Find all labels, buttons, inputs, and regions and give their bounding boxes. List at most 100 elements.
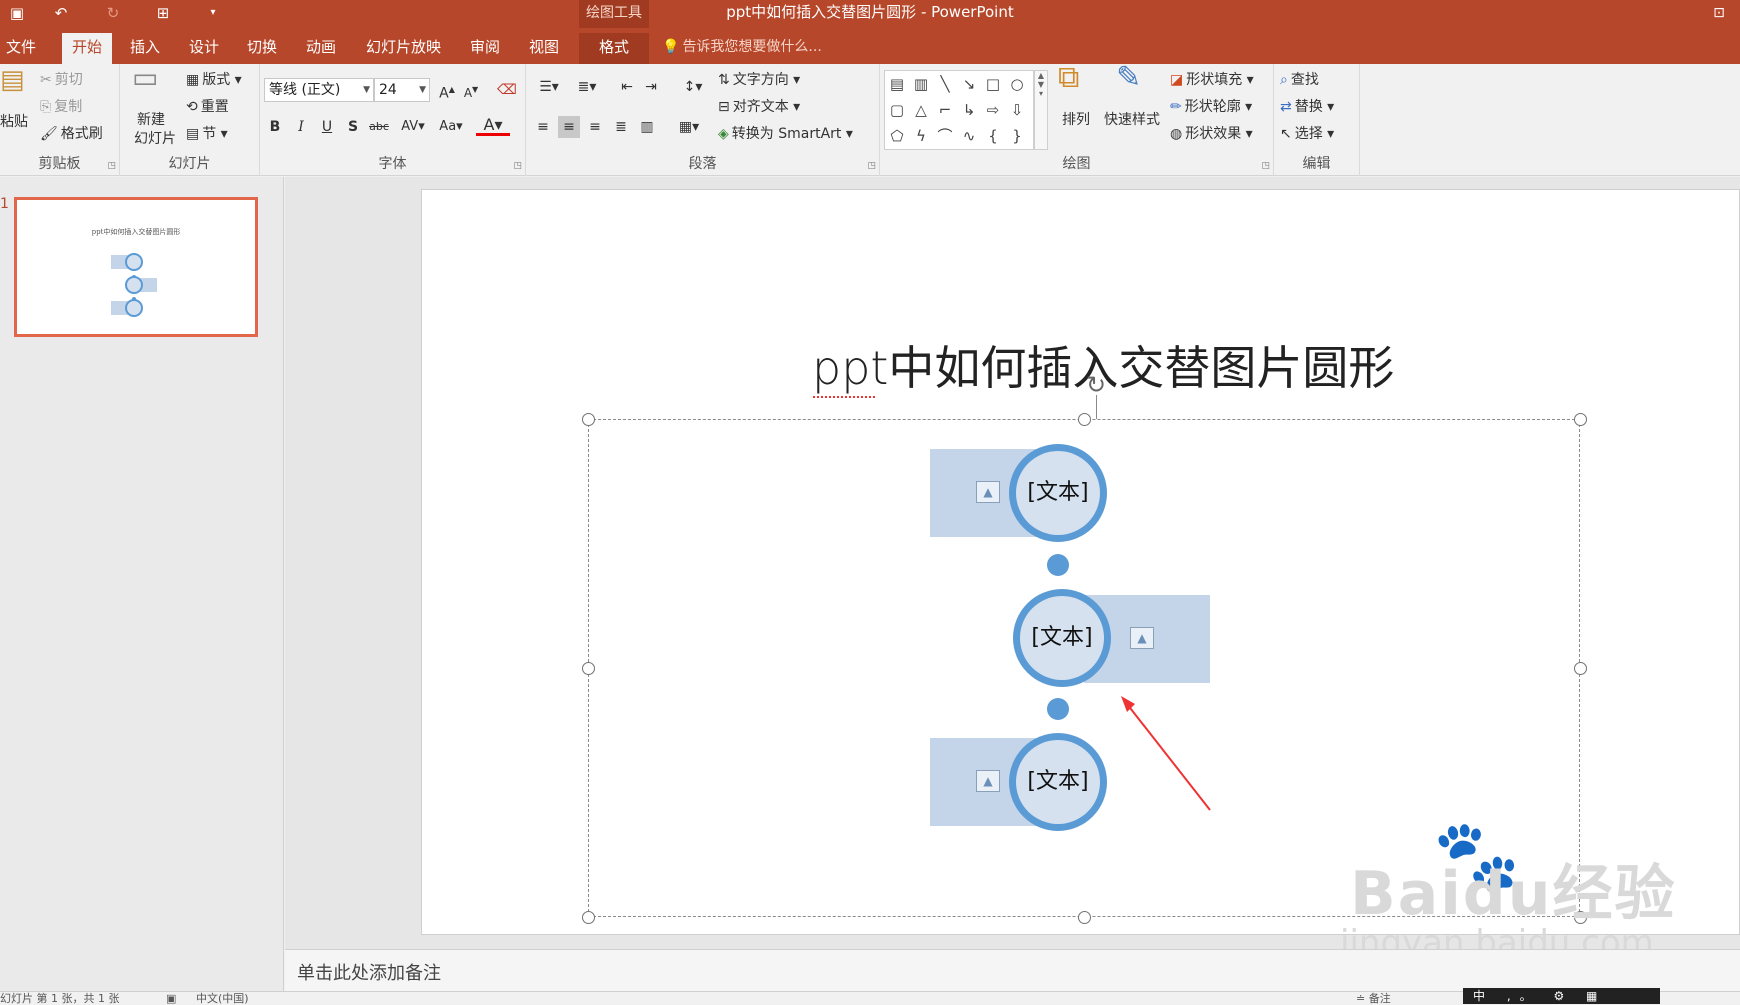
convert-smartart-button[interactable]: ◈ 转换为 SmartArt ▾ (718, 124, 853, 144)
circle-text[interactable]: [文本] (1020, 596, 1104, 680)
text-circle[interactable]: [文本] (1009, 444, 1107, 542)
tab-view[interactable]: 视图 (523, 33, 565, 64)
slide-thumbnail[interactable]: ppt中如何插入交替图片圆形 (14, 197, 258, 337)
clipboard-launcher-icon[interactable]: ◳ (107, 161, 116, 171)
lightning-shape-icon[interactable]: ϟ (911, 125, 931, 147)
copy-button[interactable]: ⎘ 复制 (40, 97, 82, 117)
ribbon-display-icon[interactable]: ⊡ (1706, 3, 1732, 23)
clear-format-icon[interactable]: ⌫ (496, 79, 518, 101)
resize-handle-top-right[interactable] (1574, 413, 1587, 426)
resize-handle-right[interactable] (1574, 662, 1587, 675)
drawing-launcher-icon[interactable]: ◳ (1261, 161, 1270, 171)
cut-button[interactable]: ✂ 剪切 (40, 70, 83, 90)
rectangle-shape-icon[interactable]: □ (983, 73, 1003, 95)
shapes-gallery-scroll[interactable]: ▲ ▼ ▾ (1034, 70, 1048, 150)
oval-shape-icon[interactable]: ○ (1007, 73, 1027, 95)
new-slide-label-2[interactable]: 幻灯片 (124, 130, 186, 148)
grow-font-icon[interactable]: A▲ (436, 79, 458, 102)
change-case-icon[interactable]: Aa▾ (434, 116, 468, 138)
quick-styles-button[interactable]: 快速样式 (1100, 111, 1164, 129)
triangle-shape-icon[interactable]: △ (911, 99, 931, 121)
elbow-arrow-shape-icon[interactable]: ↳ (959, 99, 979, 121)
columns-icon[interactable]: ▦▾ (672, 116, 706, 138)
distributed-icon[interactable]: ▥ (636, 116, 658, 138)
tab-format[interactable]: 格式 (579, 33, 649, 64)
resize-handle-left[interactable] (582, 662, 595, 675)
quick-styles-icon[interactable]: ✎ (1116, 63, 1141, 93)
textbox-shape-icon[interactable]: ▤ (887, 73, 907, 95)
arrange-button[interactable]: 排列 (1058, 111, 1094, 129)
char-spacing-icon[interactable]: AV▾ (396, 116, 430, 138)
text-circle[interactable]: [文本] (1009, 733, 1107, 831)
decrease-indent-icon[interactable]: ⇤ (616, 76, 638, 98)
tab-animations[interactable]: 动画 (300, 33, 342, 64)
language-status[interactable]: 中文(中国) (196, 992, 249, 1005)
tab-transitions[interactable]: 切换 (241, 33, 283, 64)
spellcheck-icon[interactable]: ▣ (166, 992, 176, 1005)
left-brace-shape-icon[interactable]: { (983, 125, 1003, 147)
layout-button[interactable]: ▦ 版式 ▾ (186, 70, 242, 90)
picture-icon[interactable]: ▲ (1130, 627, 1154, 649)
align-text-button[interactable]: ⊟ 对齐文本 ▾ (718, 97, 800, 117)
right-arrow-shape-icon[interactable]: ⇨ (983, 99, 1003, 121)
resize-handle-bottom-left[interactable] (582, 911, 595, 924)
replace-button[interactable]: ⇄ 替换 ▾ (1280, 97, 1334, 117)
vertical-textbox-shape-icon[interactable]: ▥ (911, 73, 931, 95)
line-spacing-icon[interactable]: ↕▾ (676, 76, 710, 98)
font-launcher-icon[interactable]: ◳ (513, 161, 522, 171)
bullets-icon[interactable]: ☰▾ (532, 76, 566, 98)
notes-placeholder[interactable]: 单击此处添加备注 (297, 959, 441, 985)
down-arrow-shape-icon[interactable]: ⇩ (1007, 99, 1027, 121)
italic-icon[interactable]: I (290, 116, 312, 138)
shape-effects-button[interactable]: ◍ 形状效果 ▾ (1170, 124, 1253, 144)
resize-handle-bottom[interactable] (1078, 911, 1091, 924)
new-slide-icon[interactable]: ▭ (132, 64, 158, 92)
font-color-icon[interactable]: A▾ (476, 114, 510, 136)
find-button[interactable]: ⌕ 查找 (1280, 70, 1319, 90)
tell-me-search[interactable]: 💡 告诉我您想要做什么... (662, 36, 822, 58)
tab-review[interactable]: 审阅 (464, 33, 506, 64)
rounded-rect-shape-icon[interactable]: ▢ (887, 99, 907, 121)
ime-toolbar[interactable]: 中 ,。 ⚙ ▦ (1463, 988, 1660, 1004)
tab-file[interactable]: 文件 (0, 33, 42, 64)
bold-icon[interactable]: B (264, 116, 286, 138)
paragraph-launcher-icon[interactable]: ◳ (867, 161, 876, 171)
circle-text[interactable]: [文本] (1016, 740, 1100, 824)
arrange-icon[interactable]: ⧉ (1058, 63, 1079, 93)
justify-icon[interactable]: ≣ (610, 116, 632, 138)
section-button[interactable]: ▤ 节 ▾ (186, 124, 228, 144)
picture-icon[interactable]: ▲ (976, 770, 1000, 792)
circle-text[interactable]: [文本] (1016, 451, 1100, 535)
elbow-connector-shape-icon[interactable]: ⌐ (935, 99, 955, 121)
reset-button[interactable]: ⟲ 重置 (186, 97, 229, 117)
format-painter-button[interactable]: 🖌 格式刷 (40, 124, 103, 144)
right-brace-shape-icon[interactable]: } (1007, 125, 1027, 147)
align-right-icon[interactable]: ≡ (584, 116, 606, 138)
numbering-icon[interactable]: ≣▾ (570, 76, 604, 98)
align-center-icon[interactable]: ≡ (558, 116, 580, 138)
tab-insert[interactable]: 插入 (124, 33, 166, 64)
text-direction-button[interactable]: ⇅ 文字方向 ▾ (718, 70, 800, 90)
underline-icon[interactable]: U (316, 116, 338, 138)
resize-handle-top[interactable] (1078, 413, 1091, 426)
arc-shape-icon[interactable]: ⌒ (935, 125, 955, 147)
line-shape-icon[interactable]: ╲ (935, 73, 955, 95)
new-slide-label-1[interactable]: 新建 (126, 111, 176, 129)
tab-home[interactable]: 开始 (62, 33, 112, 64)
notes-pane[interactable]: 单击此处添加备注 (285, 949, 1740, 991)
shadow-icon[interactable]: S (342, 116, 364, 138)
font-size-combo[interactable]: 24 ▼ (374, 78, 430, 102)
strikethrough-icon[interactable]: abc (368, 116, 390, 138)
select-button[interactable]: ↖ 选择 ▾ (1280, 124, 1334, 144)
paste-icon[interactable]: ▤ (0, 67, 25, 93)
tab-design[interactable]: 设计 (183, 33, 225, 64)
increase-indent-icon[interactable]: ⇥ (640, 76, 662, 98)
shape-fill-button[interactable]: ◪ 形状填充 ▾ (1170, 70, 1254, 90)
paste-button[interactable]: 粘贴 (0, 112, 28, 132)
tab-slideshow[interactable]: 幻灯片放映 (360, 33, 447, 64)
notes-toggle[interactable]: ≐ 备注 (1356, 992, 1391, 1005)
arrow-line-shape-icon[interactable]: ↘ (959, 73, 979, 95)
curve-shape-icon[interactable]: ∿ (959, 125, 979, 147)
text-circle[interactable]: [文本] (1013, 589, 1111, 687)
shape-outline-button[interactable]: ✏ 形状轮廓 ▾ (1170, 97, 1252, 117)
